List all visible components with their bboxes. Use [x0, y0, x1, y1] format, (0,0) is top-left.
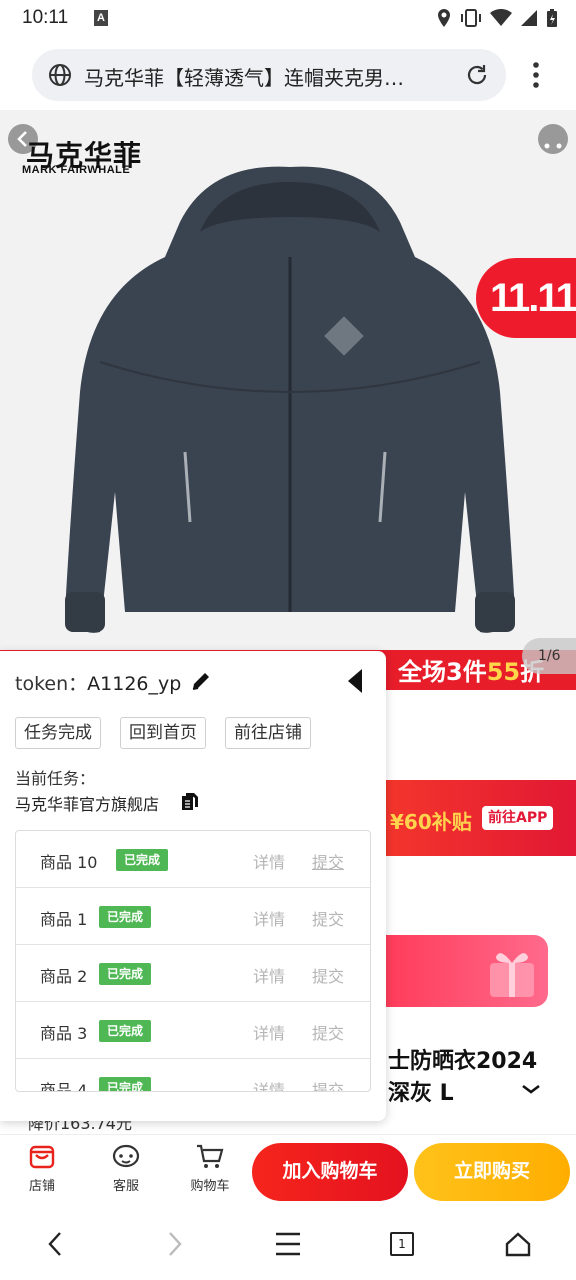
detail-link[interactable]: 详情	[253, 1077, 285, 1091]
status-icons	[436, 6, 558, 30]
shop-label: 店铺	[28, 1179, 55, 1194]
token-row: token：A1126_yp	[15, 669, 181, 696]
edit-icon[interactable]	[190, 670, 212, 692]
brand-logo-en: MARK FAIRWHALE	[22, 164, 131, 176]
list-item: 商品 1 已完成 详情 提交	[16, 888, 370, 945]
status-bar: 10:11 A	[0, 0, 576, 38]
token-value: A1126_yp	[87, 673, 182, 695]
list-item: 商品 2 已完成 详情 提交	[16, 945, 370, 1002]
notification-app-icon: A	[94, 10, 108, 26]
item-name: 商品 10	[40, 853, 98, 872]
task-panel: token：A1126_yp 任务完成 回到首页 前往店铺 当前任务： 马克华菲…	[0, 651, 386, 1121]
system-nav-bar: 1	[0, 1210, 576, 1280]
more-button[interactable]	[538, 124, 568, 154]
signal-icon	[521, 10, 537, 26]
product-spec-selected[interactable]: 深灰 L	[388, 1075, 454, 1107]
shop-tab[interactable]: 店铺	[12, 1143, 72, 1194]
item-name: 商品 1	[40, 910, 88, 929]
clock: 10:11	[22, 7, 69, 28]
status-badge: 已完成	[99, 906, 152, 928]
detail-link[interactable]: 详情	[253, 906, 285, 930]
cart-label: 购物车	[190, 1179, 230, 1194]
nav-menu-icon[interactable]	[274, 1230, 302, 1258]
submit-link[interactable]: 提交	[312, 849, 344, 873]
service-tab[interactable]: 客服	[96, 1143, 156, 1194]
customer-service-icon	[112, 1144, 140, 1168]
gift-banner[interactable]	[386, 935, 548, 1007]
nav-forward-icon[interactable]	[162, 1230, 186, 1258]
status-badge: 已完成	[99, 1077, 152, 1091]
tabs-button[interactable]: 1	[390, 1232, 414, 1256]
item-name: 商品 2	[40, 967, 88, 986]
open-app-button[interactable]: 前往APP	[482, 806, 554, 830]
nav-back-icon[interactable]	[44, 1230, 68, 1258]
status-badge: 已完成	[99, 1020, 152, 1042]
status-badge: 已完成	[99, 963, 152, 985]
back-home-button[interactable]: 回到首页	[120, 717, 206, 749]
list-item: 商品 3 已完成 详情 提交	[16, 1002, 370, 1059]
browser-menu-icon[interactable]	[526, 60, 546, 90]
product-task-list[interactable]: 商品 10 已完成 详情 提交 商品 1 已完成 详情 提交 商品 2 已完成 …	[15, 830, 371, 1092]
go-to-store-button[interactable]: 前往店铺	[225, 717, 311, 749]
token-label: token：	[15, 673, 88, 695]
detail-link[interactable]: 详情	[253, 1020, 285, 1044]
list-item: 商品 4 已完成 详情 提交	[16, 1059, 370, 1092]
current-task-label: 当前任务：	[15, 769, 96, 788]
promo-number: 55	[486, 658, 521, 686]
submit-link[interactable]: 提交	[312, 906, 344, 930]
chevron-down-icon[interactable]	[520, 1082, 542, 1096]
list-item: 商品 10 已完成 详情 提交	[16, 831, 370, 888]
item-name: 商品 3	[40, 1024, 88, 1043]
product-title-line1: 士防晒衣2024	[388, 1049, 538, 1074]
cart-tab[interactable]: 购物车	[180, 1143, 240, 1194]
detail-link[interactable]: 详情	[253, 963, 285, 987]
collapse-panel-icon[interactable]	[346, 667, 366, 695]
double-eleven-badge: 11.11	[476, 258, 576, 338]
page-title: 马克华菲【轻薄透气】连帽夹克男…	[84, 66, 404, 90]
subsidy-text: ¥60补贴	[390, 810, 472, 834]
task-complete-button[interactable]: 任务完成	[15, 717, 101, 749]
submit-link[interactable]: 提交	[312, 963, 344, 987]
copy-icon[interactable]	[181, 792, 199, 812]
submit-link[interactable]: 提交	[312, 1020, 344, 1044]
battery-icon	[547, 9, 557, 27]
reload-icon[interactable]	[464, 62, 490, 88]
product-image-carousel[interactable]: 马克华菲 MARK FAIRWHALE 11.11	[0, 110, 576, 650]
item-name: 商品 4	[40, 1081, 88, 1092]
promo-prefix: 全场3件	[398, 658, 487, 686]
gift-icon	[490, 953, 534, 997]
product-jacket-image	[65, 166, 515, 633]
buy-now-button[interactable]: 立即购买	[414, 1143, 570, 1201]
globe-icon	[49, 64, 71, 86]
wifi-icon	[490, 9, 512, 26]
shop-icon	[29, 1145, 55, 1169]
detail-link[interactable]: 详情	[253, 849, 285, 873]
status-badge: 已完成	[116, 849, 169, 871]
image-page-indicator: 1/6	[522, 638, 576, 674]
bottom-action-bar: 店铺 客服 购物车 加入购物车 立即购买	[0, 1134, 576, 1210]
cart-icon	[197, 1144, 224, 1168]
submit-link[interactable]: 提交	[312, 1077, 344, 1091]
location-icon	[438, 9, 450, 27]
service-label: 客服	[112, 1179, 139, 1194]
nav-home-icon[interactable]	[504, 1230, 532, 1258]
vibrate-icon	[461, 9, 481, 27]
add-to-cart-button[interactable]: 加入购物车	[252, 1143, 408, 1201]
current-task-value: 马克华菲官方旗舰店	[15, 795, 160, 814]
address-bar[interactable]: 马克华菲【轻薄透气】连帽夹克男…	[32, 49, 506, 101]
more-dots-icon	[544, 143, 562, 149]
